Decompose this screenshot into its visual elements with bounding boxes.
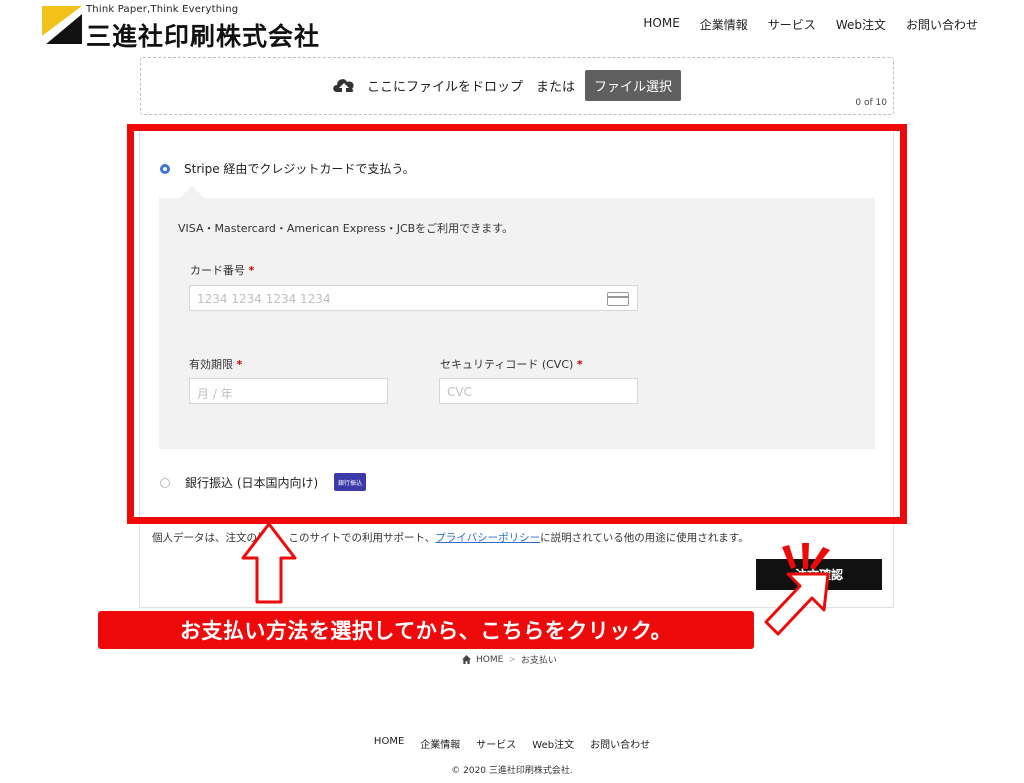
breadcrumb: HOME > お支払い [462, 653, 557, 666]
home-icon [462, 655, 471, 664]
file-count: 0 of 10 [855, 98, 887, 108]
arrow-up-icon [241, 522, 297, 604]
footer-nav-contact[interactable]: お問い合わせ [590, 736, 650, 751]
logo-tagline: Think Paper,Think Everything [86, 4, 239, 15]
logo-company-name: 三進社印刷株式会社 [86, 22, 321, 51]
main-nav: HOME 企業情報 サービス Web注文 お問い合わせ [643, 16, 978, 33]
instruction-callout: お支払い方法を選択してから、こちらをクリック。 [98, 611, 754, 649]
nav-services[interactable]: サービス [768, 16, 816, 33]
nav-web-order[interactable]: Web注文 [836, 16, 886, 33]
file-select-button[interactable]: ファイル選択 [585, 70, 682, 101]
footer-nav-company[interactable]: 企業情報 [420, 736, 460, 751]
breadcrumb-separator: > [508, 654, 516, 665]
copyright: © 2020 三進社印刷株式会社. [451, 766, 573, 776]
nav-contact[interactable]: お問い合わせ [906, 16, 978, 33]
arrow-pointer-icon [764, 572, 830, 636]
breadcrumb-current: お支払い [520, 656, 557, 666]
footer-nav-home[interactable]: HOME [374, 736, 404, 751]
dropzone-text: ここにファイルをドロップ または [367, 80, 576, 95]
breadcrumb-home[interactable]: HOME [476, 655, 503, 665]
logo-mark-icon [42, 6, 82, 44]
site-logo[interactable]: Think Paper,Think Everything 三進社印刷株式会社 [42, 4, 342, 51]
file-dropzone[interactable]: ここにファイルをドロップ または ファイル選択 0 of 10 [140, 57, 894, 115]
privacy-policy-link[interactable]: プライバシーポリシー [435, 532, 540, 544]
cloud-upload-icon [333, 78, 354, 94]
footer-nav: HOME 企業情報 サービス Web注文 お問い合わせ [0, 736, 1024, 751]
footer-nav-services[interactable]: サービス [476, 736, 516, 751]
nav-home[interactable]: HOME [643, 16, 679, 33]
payment-highlight-frame [127, 124, 907, 524]
footer-nav-web-order[interactable]: Web注文 [532, 736, 574, 751]
nav-company[interactable]: 企業情報 [700, 16, 748, 33]
